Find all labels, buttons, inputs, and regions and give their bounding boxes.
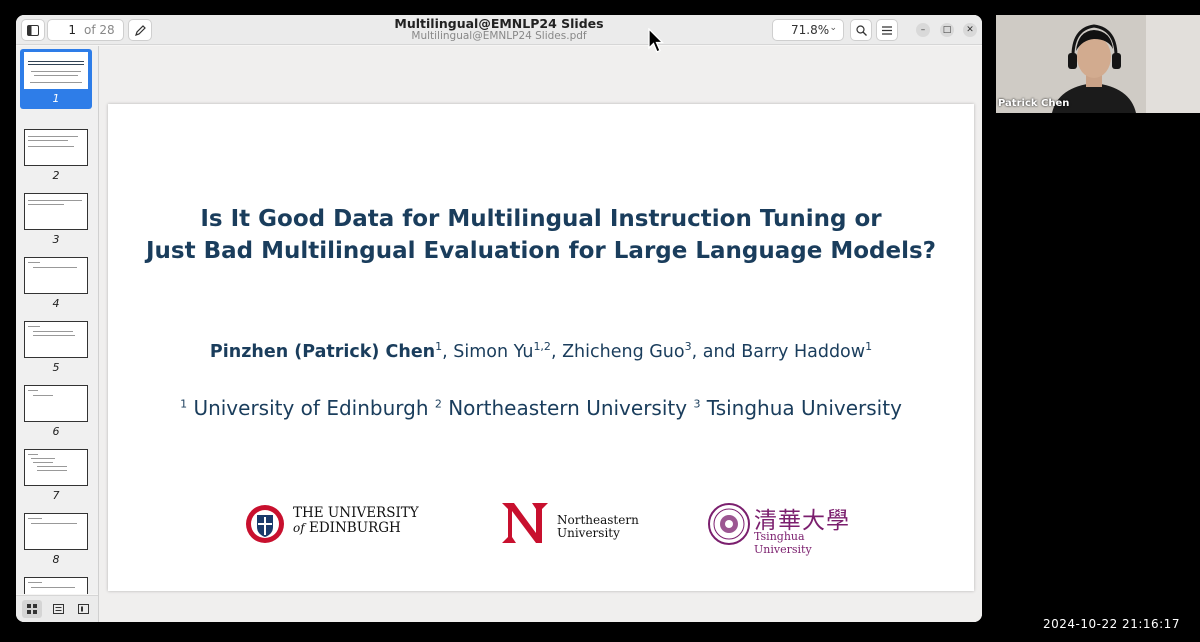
outline-view-button[interactable]: [48, 600, 68, 618]
document-canvas[interactable]: Is It Good Data for Multilingual Instruc…: [99, 46, 982, 622]
thumbnail-page[interactable]: 7: [20, 449, 92, 509]
page-number-box[interactable]: 1 of 28: [47, 19, 124, 41]
maximize-icon: □: [942, 25, 952, 35]
affiliation: University of Edinburgh: [193, 396, 429, 420]
minimize-icon: –: [920, 25, 926, 35]
affil-sup: 1: [180, 397, 188, 411]
edinburgh-line1: THE UNIVERSITY: [293, 505, 419, 521]
tsinghua-english-name: Tsinghua University: [754, 530, 812, 556]
edinburgh-wordmark: THE UNIVERSITY of EDINBURGH: [293, 506, 419, 536]
slide-title-line2: Just Bad Multilingual Evaluation for Lar…: [145, 238, 937, 264]
thumbnail-number: 7: [52, 489, 60, 502]
thumbnail-sidebar[interactable]: 1 2 3 4 5 6 7 8: [16, 46, 98, 594]
annotations-icon: [77, 604, 89, 614]
thumbnail-preview: [24, 513, 88, 550]
sidebar-icon: [27, 24, 39, 36]
thumbnail-preview: [24, 52, 88, 89]
thumbnail-number: 4: [52, 297, 60, 310]
title-bar: 1 of 28 Multilingual@EMNLP24 Slides Mult…: [16, 15, 982, 45]
affil-sup: 2: [434, 397, 442, 411]
author-affil-sup: 1: [865, 340, 873, 353]
affiliation: Northeastern University: [448, 396, 688, 420]
grid-icon: [27, 604, 37, 614]
author-name: , Simon Yu: [442, 341, 534, 362]
thumbnail-preview: [24, 129, 88, 166]
author-name: Pinzhen (Patrick) Chen: [209, 341, 436, 362]
slide-page: Is It Good Data for Multilingual Instruc…: [108, 104, 974, 591]
thumbnail-page[interactable]: 2: [20, 129, 92, 189]
thumbnails-view-button[interactable]: [22, 600, 42, 618]
chevron-down-icon: ⌄: [829, 23, 837, 33]
author-name: , Zhicheng Guo: [550, 341, 685, 362]
search-button[interactable]: [850, 19, 872, 41]
thumbnail-preview: [24, 385, 88, 422]
thumbnail-preview: [24, 449, 88, 486]
sidebar-toggle-button[interactable]: [21, 19, 45, 41]
thumbnail-number: 6: [52, 425, 60, 438]
thumbnail-page[interactable]: 3: [20, 193, 92, 253]
author-affil-sup: 3: [684, 340, 692, 353]
close-icon: ✕: [966, 25, 974, 35]
mouse-pointer-icon: [648, 28, 664, 53]
annotate-button[interactable]: [128, 19, 152, 41]
author-name: , and Barry Haddow: [691, 341, 866, 362]
thumbnail-number: 2: [52, 169, 60, 182]
sidebar-view-toolbar: [16, 595, 98, 622]
main-menu-button[interactable]: [876, 19, 898, 41]
thumbnail-number: 5: [52, 361, 60, 374]
document-title: Multilingual@EMNLP24 Slides: [394, 16, 604, 31]
thumbnail-page[interactable]: 1: [20, 49, 92, 109]
participant-name: Patrick Chen: [998, 98, 1070, 109]
thumbnail-page[interactable]: 8: [20, 513, 92, 573]
close-button[interactable]: ✕: [963, 23, 977, 37]
webcam-video: Patrick Chen: [996, 15, 1200, 113]
annotations-view-button[interactable]: [73, 600, 93, 618]
northeastern-wordmark: Northeastern University: [557, 514, 639, 540]
timestamp: 2024-10-22 21:16:17: [1043, 617, 1180, 631]
edinburgh-logo: THE UNIVERSITY of EDINBURGH: [245, 502, 425, 546]
thumbnail-number: 3: [52, 233, 60, 246]
page-total-label: of 28: [84, 23, 115, 37]
tsinghua-seal-icon: [708, 503, 750, 545]
edinburgh-crest-icon: [246, 505, 284, 543]
maximize-button[interactable]: □: [940, 23, 954, 37]
thumbnail-preview: [24, 577, 88, 594]
outline-icon: [52, 604, 64, 614]
thumbnail-page[interactable]: [20, 577, 92, 594]
tsinghua-logo: 清華大學 Tsinghua University: [708, 501, 858, 556]
edinburgh-of: of: [293, 521, 305, 535]
pencil-icon: [134, 24, 146, 36]
hamburger-icon: [882, 25, 892, 35]
zoom-dropdown[interactable]: 71.8% ⌄: [772, 19, 844, 41]
thumbnail-number: 8: [52, 553, 60, 566]
thumbnail-preview: [24, 257, 88, 294]
thumbnail-preview: [24, 321, 88, 358]
author-affil-sup: 1,2: [533, 340, 551, 353]
pdf-viewer-window: 1 of 28 Multilingual@EMNLP24 Slides Mult…: [16, 15, 982, 622]
thumbnail-number: 1: [52, 92, 60, 105]
affiliation: Tsinghua University: [706, 396, 902, 420]
edinburgh-line2: EDINBURGH: [308, 520, 401, 536]
slide-title-line1: Is It Good Data for Multilingual Instruc…: [200, 206, 882, 232]
thumbnail-page[interactable]: 4: [20, 257, 92, 317]
slide-authors: Pinzhen (Patrick) Chen 1 , Simon Yu1,2, Zh…: [108, 340, 974, 362]
minimize-button[interactable]: –: [916, 23, 930, 37]
thumbnail-page[interactable]: 5: [20, 321, 92, 381]
affil-sup: 3: [693, 397, 701, 411]
thumbnail-preview: [24, 193, 88, 230]
zoom-level: 71.8%: [791, 23, 830, 37]
slide-title: Is It Good Data for Multilingual Instruc…: [108, 203, 974, 267]
search-icon: [855, 24, 867, 36]
northeastern-line2: University: [557, 526, 620, 540]
page-number-input[interactable]: 1: [48, 20, 78, 40]
northeastern-logo: Northeastern University: [500, 501, 640, 547]
document-filename: Multilingual@EMNLP24 Slides.pdf: [411, 30, 587, 42]
northeastern-n-icon: [502, 503, 548, 543]
slide-affiliations: 1 University of Edinburgh 2 Northeastern…: [108, 396, 974, 420]
thumbnail-page[interactable]: 6: [20, 385, 92, 445]
